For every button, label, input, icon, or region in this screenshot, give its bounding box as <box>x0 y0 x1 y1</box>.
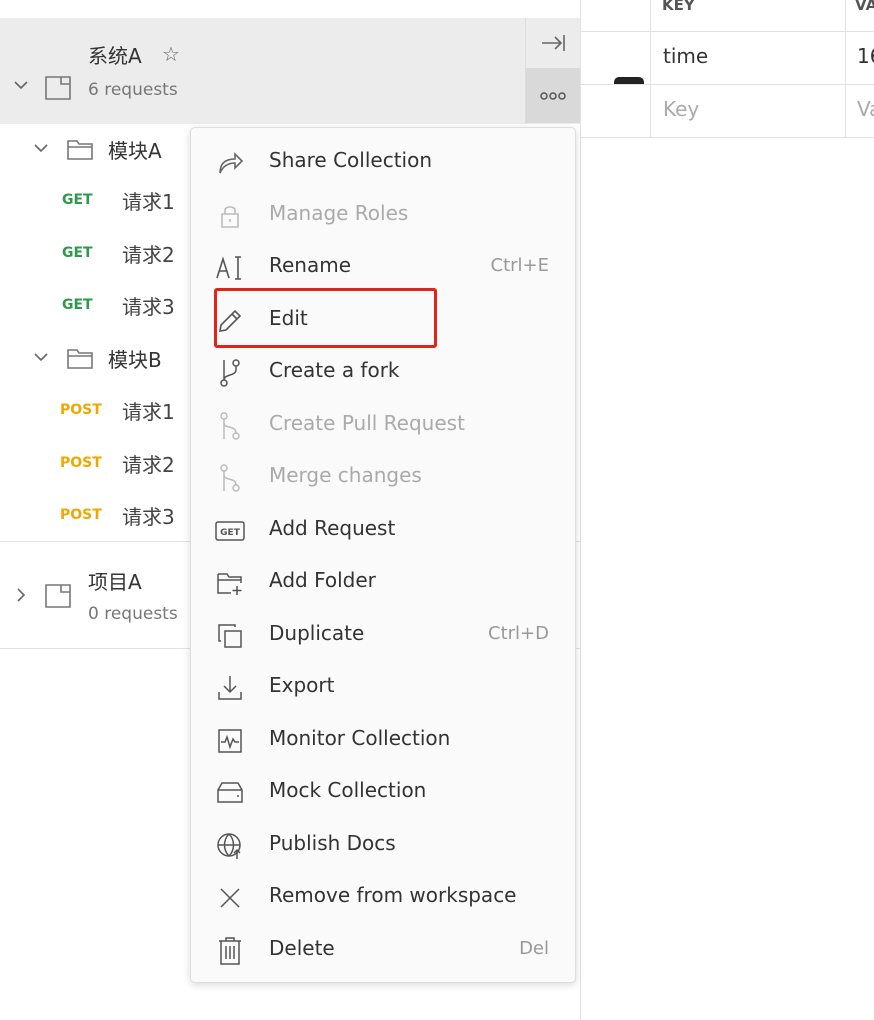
menu-item-share-collection[interactable]: Share Collection <box>191 136 575 188</box>
menu-item-manage-roles: Manage Roles <box>191 189 575 241</box>
request-name: 请求3 <box>122 505 175 529</box>
row-check-cell <box>581 32 651 85</box>
folder-icon <box>66 137 94 165</box>
folder-name: 模块B <box>108 348 162 372</box>
collapse-sidebar-icon[interactable] <box>526 18 580 68</box>
folder-name: 模块A <box>108 139 162 163</box>
trash-icon <box>215 936 245 966</box>
rename-icon <box>215 253 245 283</box>
collection-request-count: 0 requests <box>88 604 178 624</box>
menu-item-publish-docs[interactable]: Publish Docs <box>191 819 575 871</box>
request-name: 请求2 <box>122 453 175 477</box>
menu-item-remove-from-workspace[interactable]: Remove from workspace <box>191 871 575 923</box>
menu-item-add-folder[interactable]: Add Folder <box>191 556 575 608</box>
shortcut-label: Ctrl+D <box>488 623 549 644</box>
header-value: VA <box>846 0 874 32</box>
edit-highlight-box <box>214 288 437 348</box>
method-badge: GET <box>62 245 93 261</box>
method-badge: GET <box>62 192 93 208</box>
pull-request-icon <box>215 411 245 441</box>
svg-text:GET: GET <box>220 528 241 538</box>
get-request-icon: GET <box>215 516 245 546</box>
export-icon <box>215 673 245 703</box>
row-enabled-checkbox[interactable] <box>614 77 644 84</box>
collection-name: 项目A <box>88 570 142 594</box>
method-badge: POST <box>60 455 102 471</box>
request-name: 请求2 <box>122 243 175 267</box>
method-badge: POST <box>60 507 102 523</box>
header-check-cell <box>581 0 651 32</box>
request-name: 请求3 <box>122 295 175 319</box>
method-badge: POST <box>60 402 102 418</box>
request-name: 请求1 <box>122 190 175 214</box>
collection-icon <box>44 74 72 106</box>
shortcut-label: Ctrl+E <box>490 255 549 276</box>
lock-icon <box>215 201 245 231</box>
menu-item-export[interactable]: Export <box>191 661 575 713</box>
value-placeholder[interactable]: Va <box>846 85 874 138</box>
collection-row-xitong-a[interactable]: 系统A ☆ 6 requests <box>0 18 580 124</box>
menu-item-duplicate[interactable]: Duplicate Ctrl+D <box>191 609 575 661</box>
merge-icon <box>215 463 245 493</box>
star-icon[interactable]: ☆ <box>162 42 180 66</box>
shortcut-label: Del <box>519 938 549 959</box>
chevron-down-icon[interactable] <box>32 139 50 161</box>
menu-item-create-fork[interactable]: Create a fork <box>191 346 575 398</box>
mock-server-icon <box>215 778 245 808</box>
menu-item-create-pull-request: Create Pull Request <box>191 399 575 451</box>
menu-item-delete[interactable]: Delete Del <box>191 924 575 976</box>
duplicate-icon <box>215 621 245 651</box>
menu-item-monitor-collection[interactable]: Monitor Collection <box>191 714 575 766</box>
collection-name: 系统A <box>88 44 142 68</box>
param-key-cell[interactable]: time <box>651 32 846 85</box>
chevron-right-icon[interactable] <box>12 586 30 608</box>
params-table: KEY VA time 16 Key Va <box>581 0 874 140</box>
globe-icon <box>215 831 245 861</box>
share-icon <box>215 148 245 178</box>
menu-item-rename[interactable]: Rename Ctrl+E <box>191 241 575 293</box>
request-name: 请求1 <box>122 400 175 424</box>
method-badge: GET <box>62 297 93 313</box>
folder-icon <box>66 346 94 374</box>
collection-actions <box>525 18 580 124</box>
collection-icon <box>44 582 72 614</box>
menu-item-mock-collection[interactable]: Mock Collection <box>191 766 575 818</box>
collection-request-count: 6 requests <box>88 80 178 100</box>
pane-divider <box>580 0 581 1020</box>
fork-icon <box>215 358 245 388</box>
param-value-cell[interactable]: 16 <box>846 32 874 85</box>
collection-context-menu: Share Collection Manage Roles Rename Ctr… <box>190 127 576 983</box>
key-placeholder[interactable]: Key <box>651 85 846 138</box>
chevron-down-icon[interactable] <box>12 76 30 98</box>
more-options-button[interactable] <box>526 68 580 123</box>
add-folder-icon <box>215 568 245 598</box>
menu-item-add-request[interactable]: GET Add Request <box>191 504 575 556</box>
empty-check-cell <box>581 85 651 138</box>
header-key: KEY <box>651 0 846 32</box>
menu-item-merge-changes: Merge changes <box>191 451 575 503</box>
chevron-down-icon[interactable] <box>32 348 50 370</box>
close-icon <box>215 883 245 913</box>
monitor-icon <box>215 726 245 756</box>
